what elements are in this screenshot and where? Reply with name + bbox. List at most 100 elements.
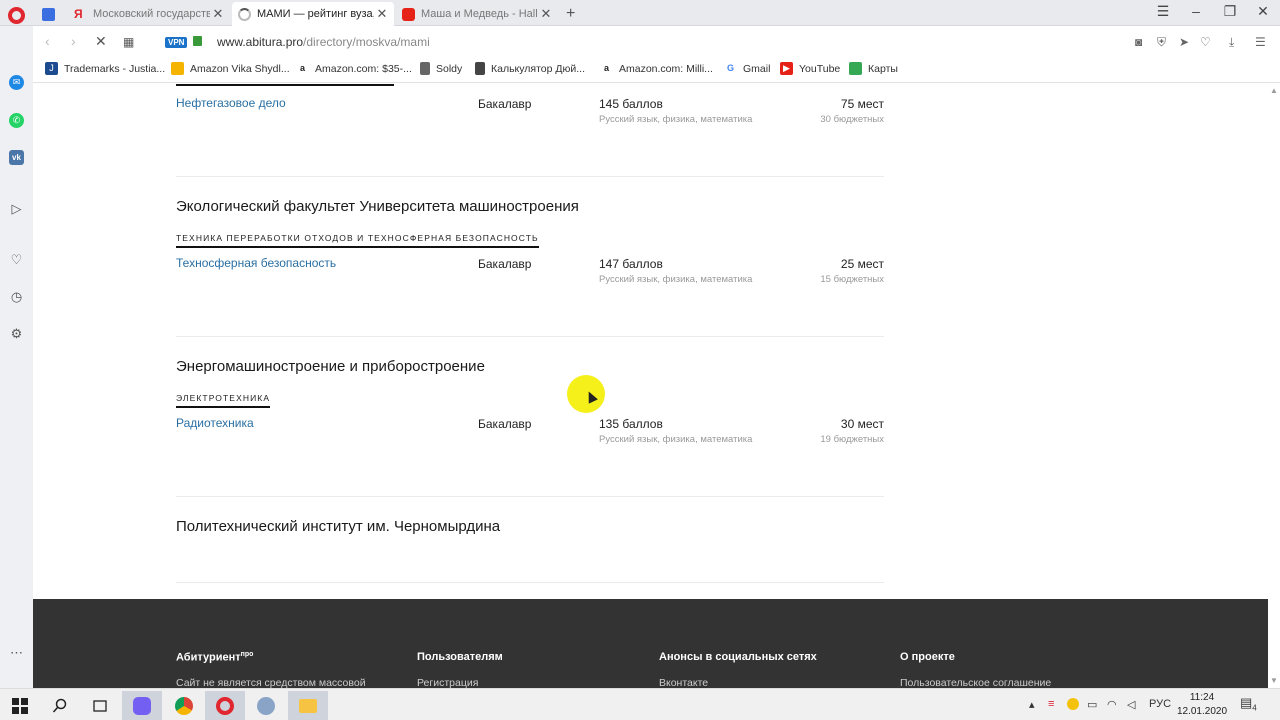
- opera-taskbar-icon[interactable]: [205, 691, 245, 720]
- footer-heading-social: Анонсы в социальных сетях: [659, 651, 817, 663]
- footer-link-user-agreement[interactable]: Пользовательское соглашение: [900, 677, 1051, 688]
- more-icon[interactable]: ⋯: [9, 645, 24, 660]
- adblock-icon[interactable]: ⛨: [1157, 35, 1166, 50]
- new-tab-button[interactable]: +: [562, 2, 584, 26]
- stop-loading-icon[interactable]: ✕: [95, 33, 107, 50]
- bookmark-maps[interactable]: Карты: [849, 62, 898, 75]
- tab-strip: Я Московский государстве ✕ МАМИ — рейтин…: [0, 0, 1280, 26]
- bookmark-amazon-vika[interactable]: Amazon Vika Shydl...: [171, 62, 290, 75]
- tab-mail[interactable]: [36, 2, 64, 26]
- minimize-icon[interactable]: –: [1184, 3, 1208, 19]
- bookmark-amazon-35[interactable]: a Amazon.com: $35-...: [296, 62, 412, 75]
- program-link[interactable]: Нефтегазовое дело: [176, 96, 286, 110]
- footer-link-vkontakte[interactable]: Вконтакте: [659, 677, 708, 688]
- budget-value: 19 бюджетных: [820, 434, 884, 445]
- amazon-icon: a: [299, 63, 305, 73]
- close-window-icon[interactable]: ✕: [1251, 3, 1275, 20]
- tab-close-icon[interactable]: ✕: [210, 6, 226, 22]
- volume-icon[interactable]: ◁: [1127, 698, 1135, 711]
- battery-icon[interactable]: ▭: [1087, 698, 1097, 711]
- download-icon[interactable]: ⤓: [1229, 35, 1234, 50]
- history-icon[interactable]: ◷: [9, 289, 24, 304]
- dept-underline: [176, 84, 394, 86]
- search-icon[interactable]: [40, 691, 80, 720]
- settings-gear-icon[interactable]: ⚙: [9, 326, 24, 341]
- messenger-icon[interactable]: ✉: [9, 75, 24, 90]
- maps-icon: [849, 62, 862, 75]
- document-icon: [420, 62, 430, 75]
- tab-moscow-university[interactable]: Я Московский государстве ✕: [68, 2, 230, 26]
- speed-dial-icon[interactable]: ▦: [123, 35, 134, 49]
- notification-count: 4: [1252, 703, 1257, 713]
- notifications-icon[interactable]: ▤4: [1240, 695, 1257, 713]
- budget-value: 30 бюджетных: [820, 114, 884, 125]
- tab-menu-icon[interactable]: ☰: [1151, 3, 1175, 20]
- scroll-up-icon[interactable]: ▲: [1270, 86, 1278, 95]
- task-view-icon[interactable]: [80, 691, 120, 720]
- subjects-text: Русский язык, физика, математика: [599, 434, 753, 445]
- divider: [176, 336, 884, 337]
- tray-norton-icon[interactable]: [1067, 698, 1079, 713]
- bookmarks-heart-icon[interactable]: ♡: [9, 252, 24, 267]
- clock-time: 11:24: [1189, 692, 1215, 703]
- tab-mami-rating[interactable]: МАМИ — рейтинг вуза, о ✕: [232, 2, 394, 26]
- tray-app-icon[interactable]: ≡: [1048, 698, 1054, 710]
- amazon-icon: a: [603, 63, 609, 73]
- youtube-icon: ▶: [780, 62, 793, 75]
- scroll-down-icon[interactable]: ▼: [1270, 676, 1278, 685]
- faculty-title: Экологический факультет Университета маш…: [176, 198, 579, 215]
- back-icon[interactable]: ‹: [45, 33, 50, 49]
- flow-icon[interactable]: ▷: [9, 201, 24, 216]
- tab-masha-youtube[interactable]: Маша и Медведь - Hallow ✕: [396, 2, 558, 26]
- bookmark-gmail[interactable]: G Gmail: [724, 62, 770, 75]
- page-scrollbar[interactable]: ▲ ▼: [1268, 84, 1280, 688]
- divider: [176, 176, 884, 177]
- budget-value: 15 бюджетных: [820, 274, 884, 285]
- vpn-badge[interactable]: VPN: [165, 37, 188, 48]
- bookmark-amazon-milli[interactable]: a Amazon.com: Milli...: [600, 62, 713, 75]
- snapshot-icon[interactable]: ◙: [1135, 35, 1142, 49]
- bookmark-calculator[interactable]: Калькулятор Дюй...: [475, 62, 585, 75]
- program-link[interactable]: Техносферная безопасность: [176, 256, 336, 270]
- address-bar: ‹ › ✕ ▦ VPN www.abitura.pro/directory/mo…: [33, 27, 1280, 57]
- tray-expand-icon[interactable]: ▴: [1029, 698, 1035, 711]
- score-value: 135 баллов: [599, 417, 663, 431]
- heart-icon[interactable]: ♡: [1200, 35, 1211, 49]
- degree-label: Бакалавр: [478, 257, 532, 271]
- yandex-icon: Я: [74, 6, 83, 21]
- tab-close-icon[interactable]: ✕: [374, 6, 390, 22]
- chrome-icon[interactable]: [164, 691, 204, 720]
- youtube-icon: [402, 7, 415, 21]
- lock-icon[interactable]: [193, 36, 202, 46]
- places-value: 30 мест: [840, 417, 884, 431]
- wifi-icon[interactable]: ◠: [1107, 698, 1117, 711]
- url-field[interactable]: www.abitura.pro/directory/moskva/mami: [217, 35, 430, 49]
- footer-link-registration[interactable]: Регистрация: [417, 677, 478, 688]
- vk-icon[interactable]: vk: [9, 150, 24, 165]
- footer-heading-about: О проекте: [900, 651, 955, 663]
- site-footer: Абитуриентпро Пользователям Анонсы в соц…: [33, 599, 1268, 688]
- forward-icon[interactable]: ›: [71, 33, 76, 49]
- tab-close-icon[interactable]: ✕: [538, 6, 554, 22]
- opera-sidebar: ✉ ✆ vk ▷ ♡ ◷ ⚙ ⋯: [0, 26, 33, 688]
- clock[interactable]: 11:24 12.01.2020: [1172, 691, 1232, 719]
- bookmark-youtube[interactable]: ▶ YouTube: [780, 62, 840, 75]
- subjects-text: Русский язык, физика, математика: [599, 274, 753, 285]
- whatsapp-icon[interactable]: ✆: [9, 113, 24, 128]
- bookmark-justia[interactable]: J Trademarks - Justia...: [45, 62, 165, 75]
- start-windows-icon[interactable]: [0, 691, 40, 720]
- places-value: 75 мест: [840, 97, 884, 111]
- send-icon[interactable]: ➤: [1179, 35, 1189, 49]
- footer-heading-users: Пользователям: [417, 651, 503, 663]
- bookmark-soldy[interactable]: Soldy: [420, 62, 462, 75]
- opera-logo-icon[interactable]: [8, 7, 25, 24]
- viber-icon[interactable]: [122, 691, 162, 720]
- score-value: 147 баллов: [599, 257, 663, 271]
- file-explorer-icon[interactable]: [288, 691, 328, 720]
- language-indicator[interactable]: РУС: [1149, 698, 1171, 710]
- easy-setup-icon[interactable]: ☰: [1255, 35, 1266, 49]
- app-icon[interactable]: [246, 691, 286, 720]
- maximize-icon[interactable]: ❐: [1218, 3, 1242, 20]
- program-link[interactable]: Радиотехника: [176, 416, 254, 430]
- justia-icon: J: [45, 62, 58, 75]
